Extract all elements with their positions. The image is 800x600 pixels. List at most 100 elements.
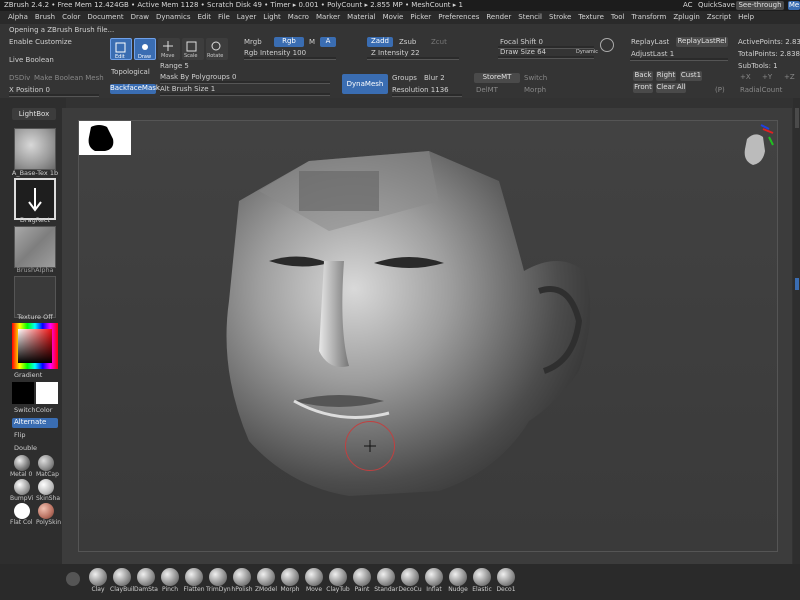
menu-item-material[interactable]: Material: [347, 13, 375, 21]
draw-tool-button[interactable]: Draw: [134, 38, 156, 60]
brush-flatten[interactable]: Flatten: [182, 568, 206, 593]
menu-item-help[interactable]: Help: [738, 13, 754, 21]
menu-item-draw[interactable]: Draw: [131, 13, 149, 21]
brush-elastic[interactable]: Elastic: [470, 568, 494, 593]
stroke-thumbnail[interactable]: [14, 178, 56, 220]
menu-item-file[interactable]: File: [218, 13, 230, 21]
rgb-button[interactable]: Rgb: [274, 37, 304, 47]
material-flatcolor-icon[interactable]: [14, 503, 30, 519]
menu-item-texture[interactable]: Texture: [578, 13, 604, 21]
menu-item-document[interactable]: Document: [87, 13, 123, 21]
brush-morph[interactable]: Morph: [278, 568, 302, 593]
mask-by-polygroups-track[interactable]: [160, 81, 330, 84]
flip-button[interactable]: Flip: [2, 431, 64, 439]
menu-item-layer[interactable]: Layer: [237, 13, 257, 21]
replay-last-button[interactable]: ReplayLast: [631, 38, 669, 46]
material-bump-icon[interactable]: [14, 479, 30, 495]
edit-tool-button[interactable]: Edit: [110, 38, 132, 60]
menu-item-tool[interactable]: Tool: [611, 13, 625, 21]
front-button[interactable]: Front: [633, 83, 653, 93]
material-skinshade-icon[interactable]: [38, 479, 54, 495]
brush-nudge[interactable]: Nudge: [446, 568, 470, 593]
brush-claybuil[interactable]: ClayBuil: [110, 568, 134, 593]
clear-all-button[interactable]: Clear All: [656, 83, 686, 93]
menu-item-macro[interactable]: Macro: [288, 13, 309, 21]
main-color-swatch[interactable]: [12, 382, 34, 404]
brush-move[interactable]: Move: [302, 568, 326, 593]
storemt-button[interactable]: StoreMT: [474, 73, 520, 83]
mask-by-polygroups-slider[interactable]: Mask By Polygroups 0: [160, 73, 236, 81]
resolution-slider[interactable]: Resolution 1136: [392, 86, 449, 94]
menu-item-stencil[interactable]: Stencil: [518, 13, 542, 21]
rgb-intensity-slider[interactable]: Rgb Intensity 100: [244, 49, 306, 57]
switch-button[interactable]: Switch: [524, 74, 547, 82]
x-symmetry-button[interactable]: +X: [740, 73, 751, 81]
menu-item-brush[interactable]: Brush: [35, 13, 55, 21]
navigation-gizmo[interactable]: [733, 123, 777, 173]
focal-shift-slider[interactable]: Focal Shift 0: [500, 38, 543, 46]
right-shelf-handle[interactable]: [795, 108, 799, 128]
backface-mask-button[interactable]: BackfaceMask: [110, 84, 160, 94]
material-metal-icon[interactable]: [14, 455, 30, 471]
p-symmetry-button[interactable]: (P): [715, 86, 725, 94]
menu-item-render[interactable]: Render: [486, 13, 511, 21]
lazy-mouse-icon[interactable]: [600, 38, 614, 52]
blur-slider[interactable]: Blur 2: [424, 74, 445, 82]
brush-zmodel[interactable]: ZModel: [254, 568, 278, 593]
menu-item-picker[interactable]: Picker: [410, 13, 431, 21]
brush-standar[interactable]: Standar: [374, 568, 398, 593]
adjust-last-slider[interactable]: AdjustLast 1: [631, 50, 674, 58]
menus-button[interactable]: Me: [788, 1, 800, 10]
brush-clay[interactable]: Clay: [86, 568, 110, 593]
brush-pinch[interactable]: Pinch: [158, 568, 182, 593]
menu-item-zplugin[interactable]: Zplugin: [673, 13, 699, 21]
range-slider[interactable]: Range 5: [160, 62, 189, 70]
zsub-button[interactable]: Zsub: [399, 38, 416, 46]
m-button[interactable]: M: [309, 38, 315, 46]
brush-decocu[interactable]: DecoCu: [398, 568, 422, 593]
texture-thumbnail[interactable]: [14, 226, 56, 268]
dynamic-button[interactable]: Dynamic: [576, 49, 598, 55]
gradient-button[interactable]: Gradient: [2, 371, 64, 379]
menu-item-zscript[interactable]: Zscript: [707, 13, 731, 21]
back-button[interactable]: Back: [633, 71, 653, 81]
rgb-intensity-track[interactable]: [244, 57, 336, 60]
delmt-button[interactable]: DelMT: [476, 86, 498, 94]
brush-paint[interactable]: Paint: [350, 568, 374, 593]
brush-claytub[interactable]: ClayTub: [326, 568, 350, 593]
replay-last-rel-button[interactable]: ReplayLastRel: [676, 37, 728, 47]
menu-item-edit[interactable]: Edit: [197, 13, 211, 21]
dsdiv-button[interactable]: DSDiv: [9, 74, 30, 82]
live-boolean-button[interactable]: Live Boolean: [9, 56, 54, 64]
secondary-color-swatch[interactable]: [36, 382, 58, 404]
x-position-track[interactable]: [9, 94, 99, 97]
brush-trimdyn[interactable]: TrimDyn: [206, 568, 231, 593]
cust1-button[interactable]: Cust1: [680, 71, 702, 81]
menu-item-alpha[interactable]: Alpha: [8, 13, 28, 21]
brush-deco1[interactable]: Deco1: [494, 568, 518, 593]
color-picker[interactable]: [12, 323, 58, 369]
alt-brush-size-track[interactable]: [160, 93, 330, 96]
draw-size-track[interactable]: [498, 56, 594, 59]
double-button[interactable]: Double: [2, 444, 64, 452]
groups-button[interactable]: Groups: [392, 74, 417, 82]
zcut-button[interactable]: Zcut: [431, 38, 447, 46]
menu-item-stroke[interactable]: Stroke: [549, 13, 571, 21]
navigation-thumbnail[interactable]: [79, 121, 131, 155]
alpha-thumbnail[interactable]: [14, 128, 56, 170]
a-button[interactable]: A: [320, 37, 336, 47]
brush-inflat[interactable]: Inflat: [422, 568, 446, 593]
draw-size-slider[interactable]: Draw Size 64: [500, 48, 546, 56]
brush-damsta[interactable]: DamSta: [134, 568, 158, 593]
material-matcap-icon[interactable]: [38, 455, 54, 471]
y-symmetry-button[interactable]: +Y: [762, 73, 772, 81]
spiral-menu-icon[interactable]: [66, 572, 80, 586]
document-canvas[interactable]: [78, 120, 778, 552]
texture-off-thumbnail[interactable]: [14, 276, 56, 318]
resolution-track[interactable]: [392, 94, 462, 97]
menu-item-preferences[interactable]: Preferences: [438, 13, 479, 21]
menu-item-light[interactable]: Light: [263, 13, 280, 21]
menu-item-movie[interactable]: Movie: [383, 13, 404, 21]
lightbox-button[interactable]: LightBox: [12, 108, 56, 120]
material-polyskin-icon[interactable]: [38, 503, 54, 519]
